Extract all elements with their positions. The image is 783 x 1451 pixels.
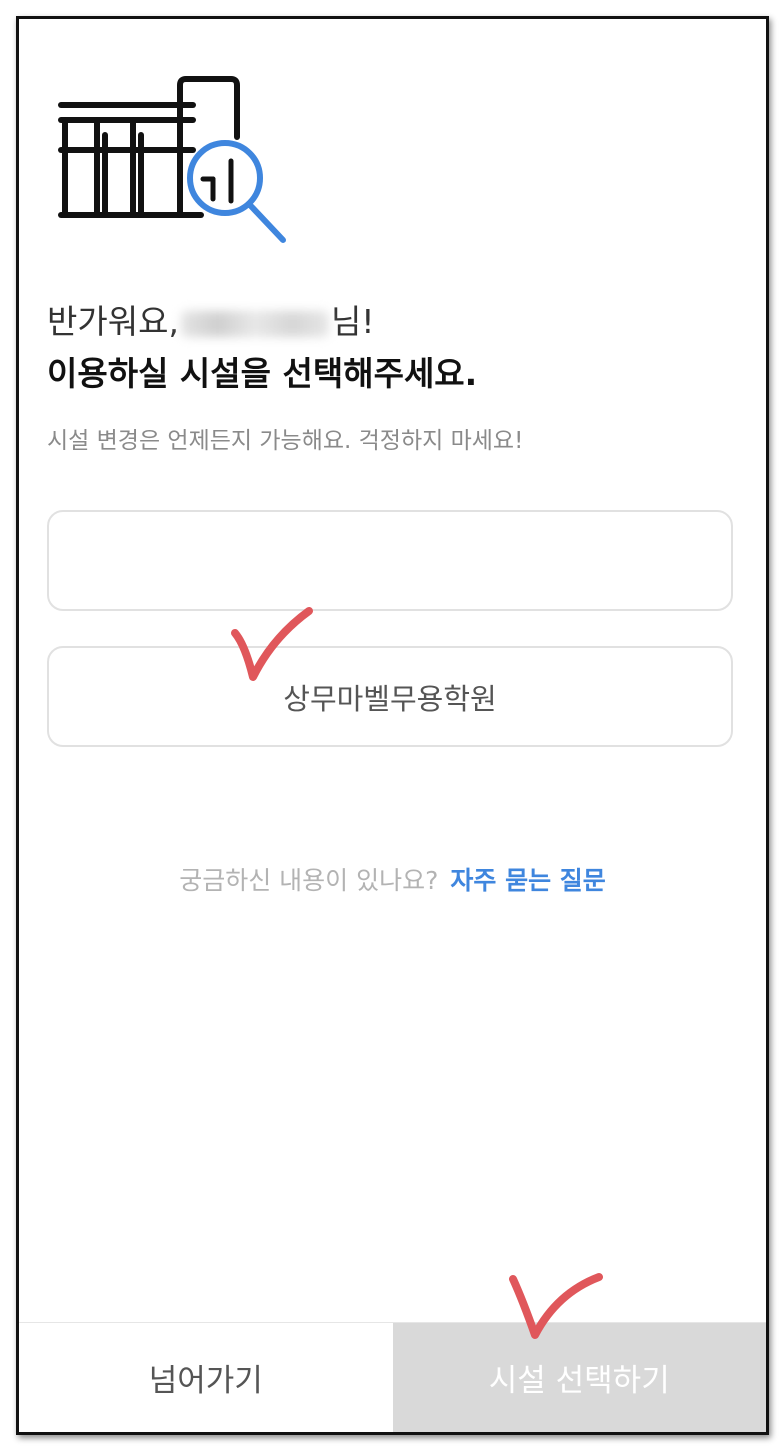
faq-question: 궁금하신 내용이 있나요?: [179, 866, 439, 895]
faq-row: 궁금하신 내용이 있나요? 자주 묻는 질문: [19, 861, 766, 897]
page-title: 이용하실 시설을 선택해주세요.: [47, 354, 478, 393]
skip-button-label: 넘어가기: [148, 1363, 263, 1399]
greeting-prefix: 반가워요,: [47, 302, 179, 341]
select-facility-button[interactable]: 시설 선택하기: [392, 1323, 766, 1432]
bottom-action-bar: 넘어가기 시설 선택하기: [19, 1322, 766, 1432]
app-screen: 반가워요, 님! 이용하실 시설을 선택해주세요. 시설 변경은 언제든지 가능해…: [16, 16, 769, 1435]
facility-option-1[interactable]: [47, 510, 733, 611]
page-subtitle: 시설 변경은 언제든지 가능해요. 걱정하지 마세요!: [47, 428, 524, 454]
select-facility-button-label: 시설 선택하기: [488, 1363, 670, 1399]
skip-button[interactable]: 넘어가기: [19, 1323, 393, 1432]
facility-option-label: 상무마벨무용학원: [283, 681, 497, 716]
faq-link[interactable]: 자주 묻는 질문: [450, 866, 605, 895]
building-search-icon: [58, 76, 286, 243]
user-name-blurred: [180, 310, 329, 337]
greeting-text: 반가워요, 님!: [47, 295, 375, 343]
facility-option-2[interactable]: 상무마벨무용학원: [47, 646, 733, 747]
greeting-suffix: 님!: [330, 302, 375, 341]
